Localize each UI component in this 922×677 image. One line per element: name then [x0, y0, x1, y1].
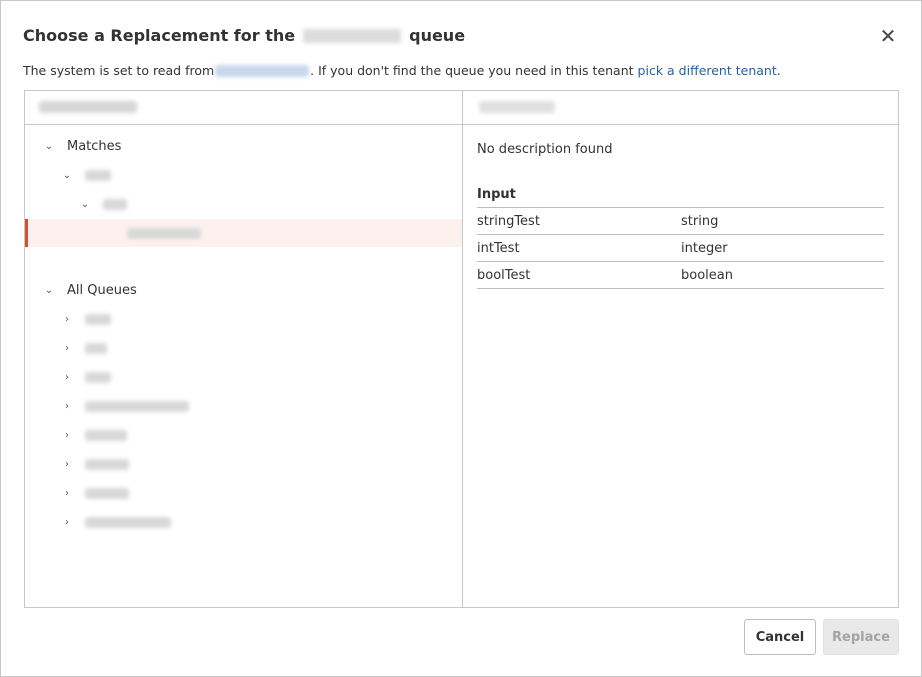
tree-node-selected[interactable]	[25, 219, 462, 247]
redacted-queue-name	[127, 227, 201, 239]
dialog-subtitle: The system is set to read from . If you …	[23, 63, 781, 78]
redacted-folder-name	[85, 400, 189, 412]
queue-picker-panel: ⌄ Matches ⌄ ⌄ ⌄ All Queues › › › › › › ›…	[24, 90, 899, 608]
redacted-queue-header	[479, 101, 555, 113]
input-name: stringTest	[477, 213, 540, 229]
queue-tree: ⌄ Matches ⌄ ⌄ ⌄ All Queues › › › › › › ›…	[25, 125, 462, 607]
tree-node[interactable]: ›	[25, 508, 462, 536]
tree-label-all-queues: All Queues	[67, 282, 137, 298]
input-type: string	[681, 213, 719, 229]
chevron-right-icon[interactable]: ›	[60, 399, 74, 413]
tree-node[interactable]: ›	[25, 392, 462, 420]
subtitle-end: .	[776, 63, 781, 78]
input-type: boolean	[681, 267, 733, 283]
chevron-right-icon[interactable]: ›	[60, 486, 74, 500]
input-name: intTest	[477, 240, 520, 256]
input-type: integer	[681, 240, 728, 256]
tree-node[interactable]: ⌄	[25, 190, 462, 218]
input-section-title: Input	[477, 187, 516, 202]
table-row: boolTest boolean	[477, 262, 884, 289]
tree-node[interactable]: ›	[25, 334, 462, 362]
redacted-tenant-header	[39, 101, 137, 113]
redacted-folder-name	[85, 458, 129, 470]
tree-node[interactable]: ›	[25, 421, 462, 449]
chevron-down-icon[interactable]: ⌄	[78, 197, 92, 211]
panel-divider	[462, 91, 463, 607]
description-text: No description found	[477, 142, 613, 157]
redacted-tenant-link[interactable]	[215, 64, 310, 77]
redacted-folder-name	[85, 313, 111, 325]
dialog-title: Choose a Replacement for the queue	[23, 23, 901, 49]
tree-label-matches: Matches	[67, 138, 122, 154]
chevron-down-icon[interactable]: ⌄	[42, 139, 56, 153]
tree-node-matches[interactable]: ⌄ Matches	[25, 132, 462, 160]
chevron-right-icon[interactable]: ›	[60, 312, 74, 326]
redacted-queue-name	[303, 29, 402, 43]
tree-node[interactable]: ›	[25, 450, 462, 478]
pick-different-tenant-link[interactable]: pick a different tenant	[638, 63, 777, 78]
redacted-folder-name	[85, 516, 171, 528]
redacted-folder-name	[85, 371, 111, 383]
chevron-right-icon[interactable]: ›	[60, 370, 74, 384]
chevron-right-icon[interactable]: ›	[60, 515, 74, 529]
subtitle-prefix: The system is set to read from	[23, 63, 215, 78]
table-row: intTest integer	[477, 235, 884, 262]
table-row: stringTest string	[477, 208, 884, 235]
dialog-header: Choose a Replacement for the queue ✕	[23, 23, 901, 49]
tree-node[interactable]: ›	[25, 479, 462, 507]
redacted-folder-name	[85, 342, 107, 354]
tree-node[interactable]: ›	[25, 305, 462, 333]
tree-node[interactable]: ⌄	[25, 161, 462, 189]
chevron-right-icon[interactable]: ›	[60, 341, 74, 355]
chevron-down-icon[interactable]: ⌄	[42, 283, 56, 297]
dialog-title-prefix: Choose a Replacement for the	[23, 26, 296, 45]
chevron-right-icon[interactable]: ›	[60, 457, 74, 471]
chevron-down-icon[interactable]: ⌄	[60, 168, 74, 182]
chevron-right-icon[interactable]: ›	[60, 428, 74, 442]
cancel-button[interactable]: Cancel	[744, 619, 816, 655]
tree-node-all-queues[interactable]: ⌄ All Queues	[25, 276, 462, 304]
replacement-dialog: Choose a Replacement for the queue ✕ The…	[0, 0, 922, 677]
tree-node[interactable]: ›	[25, 363, 462, 391]
close-icon[interactable]: ✕	[875, 23, 901, 49]
dialog-title-suffix: queue	[409, 26, 466, 45]
replace-button[interactable]: Replace	[823, 619, 899, 655]
redacted-folder-name	[85, 487, 129, 499]
input-name: boolTest	[477, 267, 531, 283]
redacted-folder-name	[103, 198, 127, 210]
input-table: stringTest string intTest integer boolTe…	[477, 207, 884, 289]
subtitle-middle: . If you don't find the queue you need i…	[310, 63, 634, 78]
redacted-folder-name	[85, 169, 111, 181]
redacted-folder-name	[85, 429, 127, 441]
